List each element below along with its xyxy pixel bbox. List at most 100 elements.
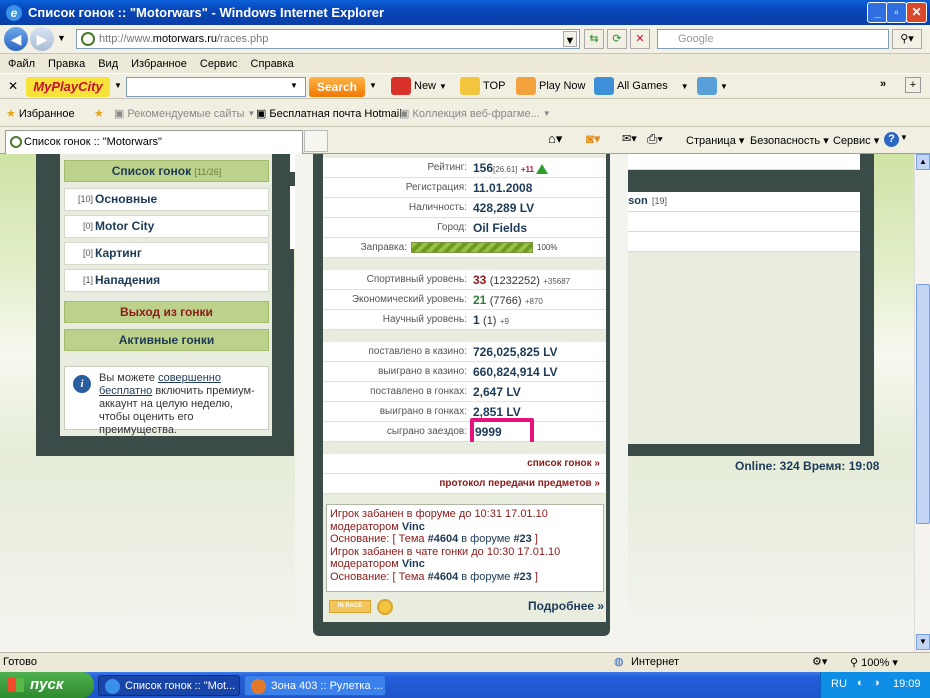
search-input[interactable]: Google [657,29,889,49]
toolbar-new-label: New [414,80,437,92]
more-link[interactable]: Подробнее » [528,599,604,613]
menu-favorites[interactable]: Избранное [131,58,187,70]
scroll-up-icon[interactable]: ▲ [916,154,930,170]
right-row-player[interactable]: yson [19] [620,192,860,212]
toolbar-search-dropdown-icon[interactable]: ▼ [290,81,298,90]
item-transfer-log-link[interactable]: протокол передачи предметов » [323,474,606,494]
compatibility-icon[interactable]: ⇆ [584,29,604,49]
language-indicator[interactable]: RU [831,678,847,690]
player-number: [19] [652,196,668,206]
scroll-thumb[interactable] [916,284,930,524]
logo-dropdown-icon[interactable]: ▼ [114,81,122,90]
status-text: Готово [3,656,37,668]
rating-delta: +11 [520,165,534,174]
exit-race-button[interactable]: Выход из гонки [64,301,269,323]
security-menu[interactable]: Безопасность ▾ [750,134,829,147]
fav-webslices[interactable]: ▣ Коллекция веб-фрагме... ▼ [399,107,551,121]
myplaycity-logo[interactable]: MyPlayCity [26,77,110,97]
menu-view[interactable]: Вид [98,58,118,70]
window-titlebar[interactable]: e Список гонок :: "Motorwars" - Windows … [0,0,930,25]
fav-recommended-sites[interactable]: ▣ Рекомендуемые сайты ▼ [114,107,255,121]
menu-file[interactable]: Файл [8,58,35,70]
race-category-main[interactable]: [10] Основные [64,188,269,211]
new-tab-button[interactable] [304,130,328,152]
toolbar-search-input[interactable] [126,77,306,97]
clock: 19:09 [893,678,921,690]
forum-link[interactable]: #23 [513,571,531,583]
topic-link[interactable]: #4604 [428,571,459,583]
stop-icon[interactable]: ✕ [630,29,650,49]
close-button[interactable]: ✕ [906,2,927,23]
maximize-button[interactable]: ▫ [886,2,907,23]
back-button[interactable]: ◀ [4,27,28,51]
new-dropdown-icon[interactable]: ▼ [439,82,447,91]
toolbar-search-button[interactable]: Search [309,77,365,97]
active-races-button[interactable]: Активные гонки [64,329,269,351]
race-list-header[interactable]: Список гонок [11/26] [64,160,269,182]
zoom-control[interactable]: ⚲ 100% ▾ [850,656,898,669]
page-scrollbar[interactable]: ▲ ▼ [914,154,930,652]
tools-menu-label: Сервис [833,135,871,147]
race-category-attacks[interactable]: [1] Нападения [64,269,269,292]
all-games-dropdown-icon[interactable]: ▼ [681,82,689,91]
menu-edit[interactable]: Правка [48,58,85,70]
category-label: Основные [95,192,158,206]
toolbar-overflow-icon[interactable]: » [880,78,886,90]
page-menu[interactable]: Страница ▾ [686,134,744,147]
forum-link[interactable]: #23 [513,533,531,545]
minimize-button[interactable]: _ [867,2,888,23]
econ-level-delta: +870 [524,297,543,306]
scroll-down-icon[interactable]: ▼ [916,634,930,650]
premium-free-link-1[interactable]: совершенно [158,372,221,384]
econ-level-value: 21 [473,293,487,307]
url-dropdown-icon[interactable]: ▼ [563,31,577,47]
menu-tools[interactable]: Сервис [200,58,238,70]
tools-menu[interactable]: Сервис ▾ [833,134,879,147]
moderator-link[interactable]: Vinc [402,558,425,570]
toolbar-chat[interactable]: ▼ [697,77,728,95]
history-dropdown-icon[interactable]: ▼ [57,33,66,43]
task-zone403[interactable]: Зона 403 :: Рулетка ... [244,675,386,696]
search-go-icon[interactable]: ⚲▾ [892,29,922,49]
favorites-button[interactable]: ★ Избранное [6,107,75,121]
protected-mode-icon[interactable]: ⚙▾ [812,655,827,668]
tab-races[interactable]: Список гонок :: "Motorwars" [5,130,303,154]
start-button[interactable]: пуск [0,672,94,698]
forward-button[interactable]: ▶ [30,27,54,51]
toolbar-add-icon[interactable]: + [905,77,921,93]
help-dropdown-icon[interactable]: ▼ [900,133,908,142]
race-list-link[interactable]: список гонок » [323,454,606,474]
premium-free-link-2[interactable]: бесплатно [99,385,152,397]
fav-hotmail[interactable]: ▣ Бесплатная почта Hotmail [256,107,402,121]
home-icon[interactable]: ⌂▾ [548,131,562,147]
search-options-icon[interactable]: ▼ [369,81,377,90]
windows-logo-icon [8,678,24,692]
mail-icon[interactable]: ✉▾ [622,132,637,145]
fav-webslices-dropdown-icon[interactable]: ▼ [543,109,551,118]
toolbar-play-now[interactable]: Play Now [516,77,585,95]
url-input[interactable]: http://www. motorwars.ru/races.php [76,29,580,49]
menu-help[interactable]: Справка [251,58,294,70]
toolbar-new[interactable]: New ▼ [391,77,447,95]
help-icon[interactable]: ? [884,132,899,147]
moderator-link[interactable]: Vinc [402,521,425,533]
rating-up-arrow-icon [535,163,548,174]
feeds-icon[interactable]: ◙▾ [586,131,600,147]
task-races-ie[interactable]: Список гонок :: "Mot... [98,675,240,696]
topic-link[interactable]: #4604 [428,533,459,545]
sport-level-delta: +35687 [543,277,571,286]
print-icon[interactable]: ⎙▾ [647,131,663,147]
cash-row: Наличность: 428,289 LV [323,198,606,218]
add-favorite-button[interactable]: ★ [94,107,104,120]
toolbar-top[interactable]: TOP [460,77,505,95]
tray-app-icon[interactable]: ◑ [873,677,880,689]
refresh-icon[interactable]: ⟳ [607,29,627,49]
toolbar-all-games[interactable]: All Games ▼ [594,77,689,95]
race-category-motor-city[interactable]: [0] Motor City [64,215,269,238]
race-category-karting[interactable]: [0] Картинг [64,242,269,265]
fav-dropdown-icon[interactable]: ▼ [247,109,255,118]
chat-dropdown-icon[interactable]: ▼ [720,82,728,91]
race-win-row: выиграно в гонках: 2,851 LV [323,402,606,422]
toolbar-close-icon[interactable]: ✕ [8,79,18,93]
tray-network-icon[interactable]: ◐ [857,677,864,689]
